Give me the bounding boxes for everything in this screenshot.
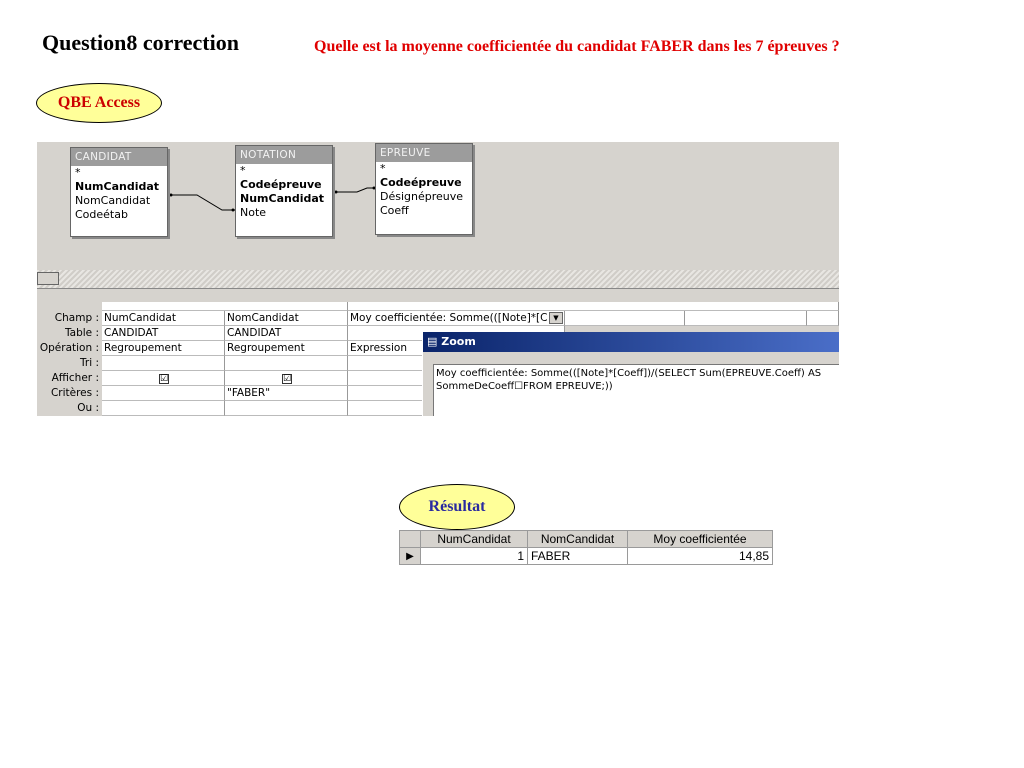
cell-nomcandidat[interactable]: FABER xyxy=(527,547,628,565)
join-point-candidat-left xyxy=(169,193,173,197)
show-checkbox-1[interactable]: ☑ xyxy=(159,374,169,384)
table-notation[interactable]: NOTATION * Codeépreuve NumCandidat Note xyxy=(235,145,333,237)
table-row[interactable]: ▶ 1 FABER 14,85 xyxy=(399,547,773,565)
field-item[interactable]: * xyxy=(376,162,472,176)
zoom-expression-textarea[interactable]: Moy coefficientée: Somme(([Note]*[Coeff]… xyxy=(433,364,839,416)
row-label-champ: Champ : xyxy=(54,312,99,324)
row-selector-header[interactable] xyxy=(399,530,421,548)
field-item[interactable]: Désignépreuve xyxy=(376,190,472,204)
row-label-criteres: Critères : xyxy=(50,387,99,399)
result-datasheet: NumCandidat NomCandidat Moy coefficienté… xyxy=(399,530,773,565)
field-item[interactable]: Codeétab xyxy=(71,208,167,222)
grid-cell-operation-1[interactable]: Regroupement xyxy=(102,341,225,356)
grid-column-selectors[interactable] xyxy=(348,302,839,311)
field-item[interactable]: NomCandidat xyxy=(71,194,167,208)
grid-column-selectors[interactable] xyxy=(102,302,348,311)
column-header-numcandidat[interactable]: NumCandidat xyxy=(420,530,528,548)
join-line-notation-epreuve xyxy=(335,187,375,193)
zoom-window-icon: ▤ xyxy=(427,335,442,348)
zoom-line-1: Moy coefficientée: Somme(([Note]*[Coeff]… xyxy=(436,368,822,379)
dropdown-arrow-icon[interactable]: ▼ xyxy=(549,312,563,324)
field-item[interactable]: * xyxy=(71,166,167,180)
table-candidat[interactable]: CANDIDAT * NumCandidat NomCandidat Codeé… xyxy=(70,147,168,237)
row-label-ou: Ou : xyxy=(77,402,99,414)
table-epreuve-header[interactable]: EPREUVE xyxy=(376,144,472,162)
row-label-table: Table : xyxy=(64,327,99,339)
field-item[interactable]: NumCandidat xyxy=(236,192,332,206)
grid-cell-empty[interactable] xyxy=(807,311,839,326)
question-text: Quelle est la moyenne coefficientée du c… xyxy=(314,38,840,55)
field-item[interactable]: * xyxy=(236,164,332,178)
pane-splitter[interactable] xyxy=(37,270,839,288)
record-selector-icon[interactable]: ▶ xyxy=(399,547,421,565)
field-item[interactable]: NumCandidat xyxy=(71,180,167,194)
field-item[interactable]: Codeépreuve xyxy=(236,178,332,192)
row-label-operation: Opération : xyxy=(39,342,99,354)
field-item[interactable]: Note xyxy=(236,206,332,220)
grid-cell-champ-3[interactable]: Moy coefficientée: Somme(([Note]*[C ▼ xyxy=(348,311,565,326)
grid-cell-ou-2[interactable] xyxy=(225,401,348,416)
grid-cell-tri-1[interactable] xyxy=(102,356,225,371)
field-item[interactable]: Coeff xyxy=(376,204,472,218)
grid-separator xyxy=(37,288,839,296)
zoom-title-text: Zoom xyxy=(441,335,476,348)
row-label-afficher: Afficher : xyxy=(51,372,99,384)
grid-cell-champ-2[interactable]: NomCandidat xyxy=(225,311,348,326)
grid-cell-tri-2[interactable] xyxy=(225,356,348,371)
grid-cell-operation-2[interactable]: Regroupement xyxy=(225,341,348,356)
grid-cell-table-2[interactable]: CANDIDAT xyxy=(225,326,348,341)
row-label-tri: Tri : xyxy=(80,357,99,369)
table-candidat-header[interactable]: CANDIDAT xyxy=(71,148,167,166)
page-title: Question8 correction xyxy=(42,30,239,55)
grid-cell-empty[interactable] xyxy=(565,311,685,326)
qbe-access-label: QBE Access xyxy=(36,83,162,123)
show-checkbox-2[interactable]: ☑ xyxy=(282,374,292,384)
grid-cell-criteres-2[interactable]: "FABER" xyxy=(225,386,348,401)
column-header-moy[interactable]: Moy coefficientée xyxy=(627,530,773,548)
grid-cell-empty[interactable] xyxy=(685,311,807,326)
zoom-dialog: ▤ Zoom Moy coefficientée: Somme(([Note]*… xyxy=(422,332,839,416)
result-label: Résultat xyxy=(399,484,515,530)
zoom-line-2: SommeDeCoeff☐FROM EPREUVE;)) xyxy=(436,381,613,392)
table-notation-header[interactable]: NOTATION xyxy=(236,146,332,164)
grid-cell-table-1[interactable]: CANDIDAT xyxy=(102,326,225,341)
cell-moy[interactable]: 14,85 xyxy=(627,547,773,565)
grid-cell-afficher-2[interactable]: ☑ xyxy=(225,371,348,386)
grid-cell-champ-1[interactable]: NumCandidat xyxy=(102,311,225,326)
join-point-notation-left xyxy=(334,190,338,194)
table-epreuve[interactable]: EPREUVE * Codeépreuve Désignépreuve Coef… xyxy=(375,143,473,235)
field-item[interactable]: Codeépreuve xyxy=(376,176,472,190)
grid-cell-afficher-1[interactable]: ☑ xyxy=(102,371,225,386)
join-line-candidat-notation xyxy=(170,194,235,211)
result-header-row: NumCandidat NomCandidat Moy coefficienté… xyxy=(399,530,773,548)
grid-cell-ou-1[interactable] xyxy=(102,401,225,416)
zoom-titlebar[interactable]: ▤ Zoom xyxy=(423,332,839,352)
column-header-nomcandidat[interactable]: NomCandidat xyxy=(527,530,628,548)
cell-numcandidat[interactable]: 1 xyxy=(420,547,528,565)
expression-field[interactable]: Moy coefficientée: Somme(([Note]*[C xyxy=(350,312,548,324)
grid-cell-criteres-1[interactable] xyxy=(102,386,225,401)
splitter-handle[interactable] xyxy=(37,272,59,285)
